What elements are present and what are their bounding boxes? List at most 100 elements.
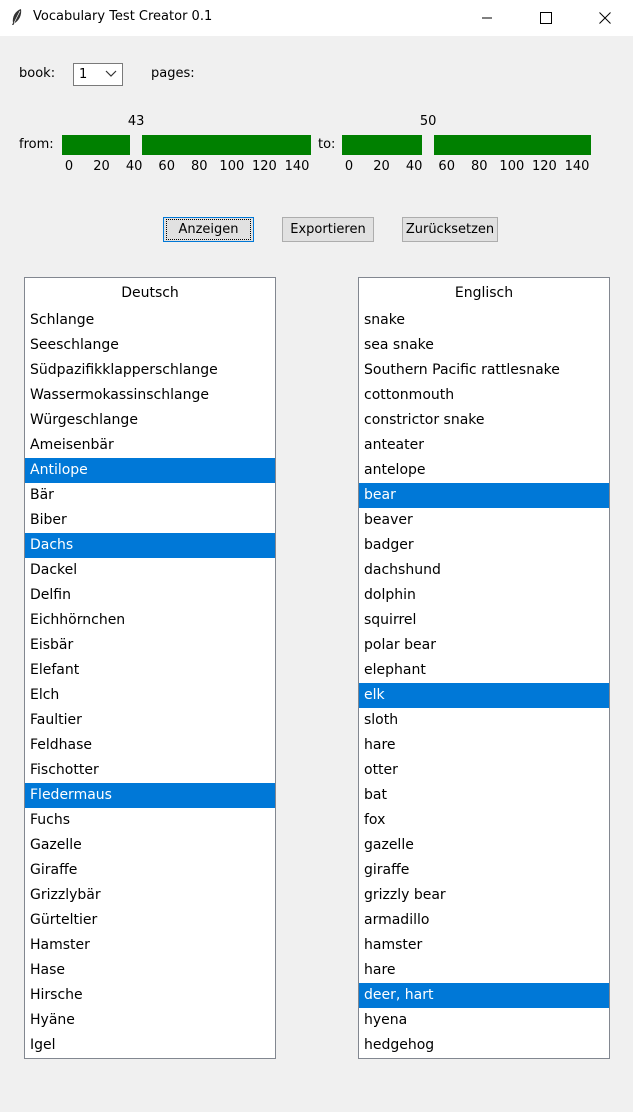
slider-trough [62, 135, 311, 155]
maximize-button[interactable] [517, 0, 575, 36]
slider-tick-label: 40 [125, 159, 143, 174]
list-item[interactable]: Fledermaus [25, 783, 275, 808]
list-item[interactable]: badger [359, 533, 609, 558]
reset-button[interactable]: Zurücksetzen [402, 217, 498, 242]
list-item[interactable]: Faultier [25, 708, 275, 733]
list-item[interactable]: Hyäne [25, 1008, 275, 1033]
list-item[interactable]: Antilope [25, 458, 275, 483]
slider-tick-label: 140 [284, 159, 310, 174]
list-item[interactable]: Eisbär [25, 633, 275, 658]
book-label: book: [19, 66, 56, 81]
list-item[interactable]: giraffe [359, 858, 609, 883]
german-listbox[interactable]: Deutsch Schlange Seeschlange Südpazifikkla… [24, 277, 276, 1059]
list-item[interactable]: bear [359, 483, 609, 508]
list-item[interactable]: Igel [25, 1033, 275, 1058]
list-header: Englisch [454, 285, 514, 301]
slider-tick-label: 140 [564, 159, 590, 174]
list-item[interactable]: beaver [359, 508, 609, 533]
german-list: Schlange Seeschlange Südpazifikklapperschl… [25, 308, 275, 1058]
list-item[interactable]: sloth [359, 708, 609, 733]
list-item[interactable]: Würgeschlange [25, 408, 275, 433]
list-item[interactable]: Delfin [25, 583, 275, 608]
list-item[interactable]: Gürteltier [25, 908, 275, 933]
list-item[interactable]: Gazelle [25, 833, 275, 858]
slider-tick-label: 60 [158, 159, 175, 174]
list-item[interactable]: constrictor snake [359, 408, 609, 433]
list-item[interactable]: fox [359, 808, 609, 833]
list-item[interactable]: Dackel [25, 558, 275, 583]
slider-tick-label: 80 [191, 159, 208, 174]
list-item[interactable]: hedgehog [359, 1033, 609, 1058]
list-item[interactable]: polar bear [359, 633, 609, 658]
list-item[interactable]: antelope [359, 458, 609, 483]
list-item[interactable]: Schlange [25, 308, 275, 333]
slider-value: 50 [419, 114, 437, 129]
to-page-slider[interactable]: 50 0 20 40 60 80 100 120 140 [342, 114, 591, 177]
list-item[interactable]: Southern Pacific rattlesnake [359, 358, 609, 383]
list-item[interactable]: Wassermokassinschlange [25, 383, 275, 408]
slider-tick-label: 40 [405, 159, 423, 174]
list-item[interactable]: hare [359, 958, 609, 983]
list-item[interactable]: Hamster [25, 933, 275, 958]
list-item[interactable]: Seeschlange [25, 333, 275, 358]
export-button[interactable]: Exportieren [282, 217, 374, 242]
list-item[interactable]: grizzly bear [359, 883, 609, 908]
list-item[interactable]: squirrel [359, 608, 609, 633]
list-item[interactable]: elk [359, 683, 609, 708]
english-listbox[interactable]: Englisch snake sea snake Southern Pacific … [358, 277, 610, 1059]
show-button[interactable]: Anzeigen [163, 217, 254, 242]
list-item[interactable]: Fuchs [25, 808, 275, 833]
slider-value: 43 [127, 114, 145, 129]
slider-thumb[interactable] [129, 135, 142, 155]
list-item[interactable]: Fischotter [25, 758, 275, 783]
list-item[interactable]: Hirsche [25, 983, 275, 1008]
close-button[interactable] [576, 0, 633, 36]
list-item[interactable]: otter [359, 758, 609, 783]
slider-tick-label: 100 [499, 159, 525, 174]
list-item[interactable]: bat [359, 783, 609, 808]
pages-label: pages: [151, 66, 195, 81]
list-item[interactable]: Hase [25, 958, 275, 983]
list-item[interactable]: cottonmouth [359, 383, 609, 408]
list-item[interactable]: hare [359, 733, 609, 758]
list-item[interactable]: Feldhase [25, 733, 275, 758]
list-item[interactable]: hamster [359, 933, 609, 958]
slider-ticks: 0 20 40 60 80 100 120 140 [342, 159, 602, 177]
minimize-button[interactable] [458, 0, 516, 36]
list-item[interactable]: gazelle [359, 833, 609, 858]
english-list: snake sea snake Southern Pacific rattlesna… [359, 308, 609, 1058]
list-item[interactable]: Elch [25, 683, 275, 708]
list-item[interactable]: Biber [25, 508, 275, 533]
list-item[interactable]: dolphin [359, 583, 609, 608]
list-item[interactable]: Bär [25, 483, 275, 508]
slider-thumb[interactable] [421, 135, 434, 155]
list-item[interactable]: Grizzlybär [25, 883, 275, 908]
slider-tick-label: 120 [252, 159, 277, 174]
list-item[interactable]: Ameisenbär [25, 433, 275, 458]
list-item[interactable]: hyena [359, 1008, 609, 1033]
slider-tick-label: 100 [219, 159, 245, 174]
from-label: from: [19, 137, 54, 152]
title-bar: Vocabulary Test Creator 0.1 [0, 0, 633, 36]
list-item[interactable]: Eichhörnchen [25, 608, 275, 633]
list-item[interactable]: anteater [359, 433, 609, 458]
list-item[interactable]: snake [359, 308, 609, 333]
book-select[interactable]: 1 [73, 63, 123, 86]
list-item[interactable]: Dachs [25, 533, 275, 558]
list-item[interactable]: dachshund [359, 558, 609, 583]
export-button-label: Exportieren [290, 222, 366, 237]
list-item[interactable]: armadillo [359, 908, 609, 933]
maximize-icon [540, 12, 552, 24]
to-label: to: [318, 137, 336, 152]
book-select-value: 1 [79, 67, 88, 82]
reset-button-label: Zurücksetzen [405, 222, 495, 237]
slider-trough [342, 135, 591, 155]
list-item[interactable]: Giraffe [25, 858, 275, 883]
list-item[interactable]: deer, hart [359, 983, 609, 1008]
list-item[interactable]: sea snake [359, 333, 609, 358]
chevron-down-icon [105, 70, 117, 77]
from-page-slider[interactable]: 43 0 20 40 60 80 100 120 140 [62, 114, 311, 177]
list-item[interactable]: Südpazifikklapperschlange [25, 358, 275, 383]
list-item[interactable]: Elefant [25, 658, 275, 683]
list-item[interactable]: elephant [359, 658, 609, 683]
